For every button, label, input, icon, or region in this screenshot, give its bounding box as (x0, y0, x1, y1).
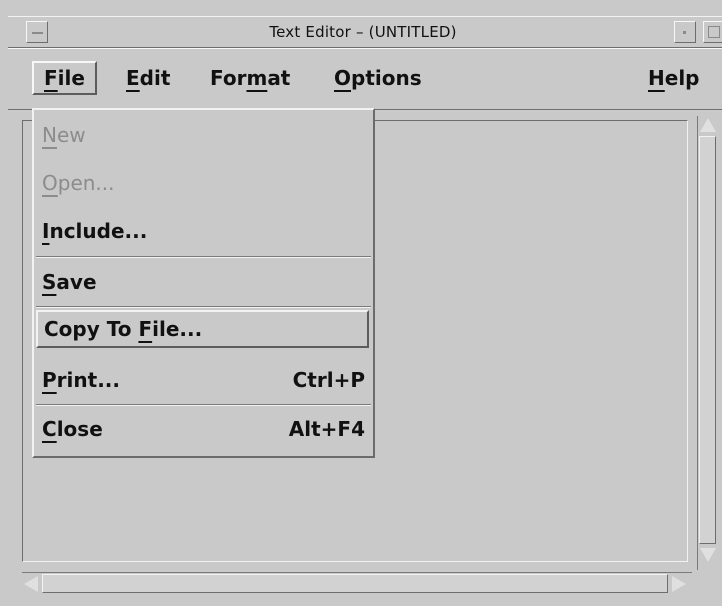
new-label-post: ew (56, 123, 86, 147)
close-mnemonic: C (42, 417, 57, 441)
maximize-icon[interactable] (703, 21, 722, 43)
menu-edit-label-post: dit (139, 66, 171, 90)
menu-file-label-post: ile (57, 66, 85, 90)
save-mnemonic: S (42, 270, 57, 294)
close-label-post: lose (56, 417, 103, 441)
menu-item-open[interactable]: Open... (42, 164, 367, 202)
scroll-left-icon[interactable] (24, 576, 38, 592)
open-mnemonic: O (42, 171, 58, 195)
window-menu-icon[interactable] (26, 21, 48, 43)
menu-format-label-post: at (267, 66, 291, 90)
menu-item-copy-to-file[interactable]: Copy To File... (36, 310, 369, 348)
menu-bar: File Edit Format Options Help (8, 48, 722, 110)
menu-format-mnemonic: m (246, 66, 268, 90)
horizontal-scroll-thumb[interactable] (42, 574, 668, 593)
menu-file[interactable]: File (32, 61, 97, 95)
copy-to-file-label-pre: Copy To (44, 317, 139, 341)
menu-separator (36, 256, 371, 258)
menu-separator (36, 306, 371, 308)
menu-format-label-pre: For (210, 66, 247, 90)
include-label-post: nclude... (49, 219, 148, 243)
vertical-scrollbar[interactable] (697, 116, 718, 570)
menu-format[interactable]: Format (200, 61, 300, 95)
menu-item-print[interactable]: Print... Ctrl+P (42, 361, 367, 399)
menu-file-mnemonic: F (44, 66, 58, 90)
menu-help[interactable]: Help (638, 61, 710, 95)
menu-edit[interactable]: Edit (116, 61, 180, 95)
vertical-scroll-thumb[interactable] (699, 136, 716, 544)
scroll-right-icon[interactable] (672, 576, 686, 592)
text-editor-window: Text Editor – (UNTITLED) File Edit Forma… (0, 0, 722, 606)
horizontal-scrollbar[interactable] (22, 572, 692, 595)
menu-edit-mnemonic: E (126, 66, 140, 90)
menu-item-new[interactable]: New (42, 116, 367, 154)
menu-item-include[interactable]: Include... (42, 212, 367, 250)
minimize-icon[interactable] (674, 21, 696, 43)
menu-options-label-post: ptions (351, 66, 422, 90)
print-label-post: rint... (56, 368, 120, 392)
title-bar[interactable]: Text Editor – (UNTITLED) (8, 16, 722, 48)
file-menu-dropdown: New Open... Include... Save Copy To File… (32, 108, 375, 458)
new-mnemonic: N (42, 123, 57, 147)
menu-item-save[interactable]: Save (42, 263, 367, 301)
close-shortcut: Alt+F4 (288, 417, 365, 441)
menu-separator (36, 404, 371, 406)
save-label-post: ave (56, 270, 97, 294)
scroll-down-icon[interactable] (700, 548, 716, 562)
print-mnemonic: P (42, 368, 57, 392)
copy-to-file-mnemonic: F (138, 317, 153, 341)
print-shortcut: Ctrl+P (292, 368, 365, 392)
menu-options-mnemonic: O (334, 66, 352, 90)
menu-help-mnemonic: H (648, 66, 665, 90)
open-label-post: pen... (57, 171, 115, 195)
window-title: Text Editor – (UNTITLED) (269, 23, 457, 41)
menu-options[interactable]: Options (324, 61, 432, 95)
copy-to-file-label-post: ile... (152, 317, 203, 341)
menu-item-close[interactable]: Close Alt+F4 (42, 410, 367, 448)
scroll-up-icon[interactable] (700, 118, 716, 132)
menu-help-label-post: elp (664, 66, 700, 90)
